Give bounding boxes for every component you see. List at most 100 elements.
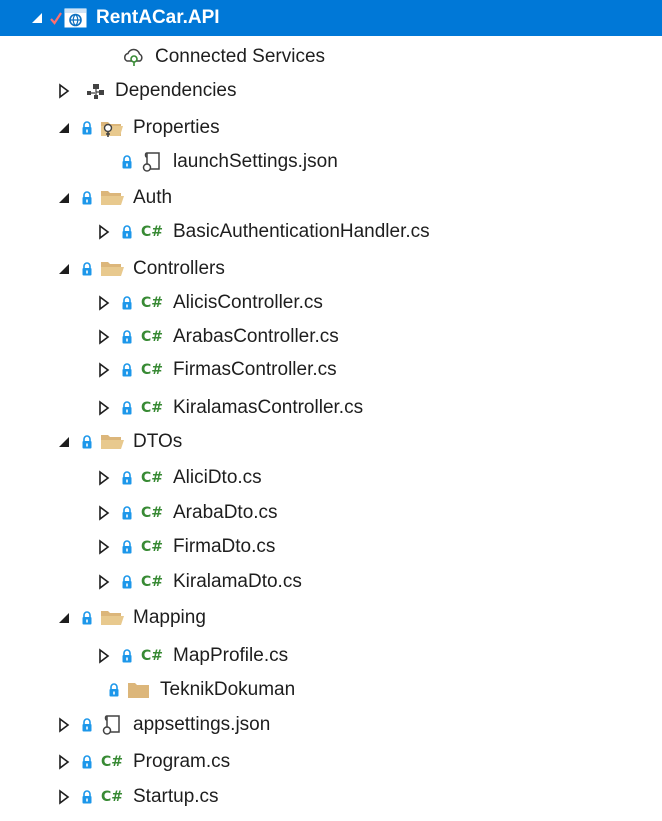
tree-item[interactable]: C# BasicAuthenticationHandler.cs: [0, 215, 662, 249]
tree-item-label: DTOs: [133, 431, 183, 452]
tree-item-label: BasicAuthenticationHandler.cs: [173, 221, 430, 242]
tree-item[interactable]: C# Startup.cs: [0, 780, 662, 814]
tree-item[interactable]: C# KiralamasController.cs: [0, 391, 662, 425]
csharp-file-icon: C#: [139, 292, 165, 314]
collapsed-arrow-icon[interactable]: [95, 328, 113, 346]
lock-icon: [121, 505, 133, 521]
tree-item-label: Controllers: [133, 258, 225, 279]
tree-item[interactable]: TeknikDokuman: [0, 673, 662, 707]
tree-item[interactable]: C# ArabaDto.cs: [0, 496, 662, 530]
collapsed-arrow-icon[interactable]: [95, 647, 113, 665]
collapsed-arrow-icon[interactable]: [95, 399, 113, 417]
tree-item[interactable]: C# AliciDto.cs: [0, 461, 662, 495]
csharp-file-icon: C#: [139, 645, 165, 667]
folder-open-icon: [99, 187, 125, 209]
tree-item[interactable]: launchSettings.json: [0, 145, 662, 179]
tree-item[interactable]: C# AlicisController.cs: [0, 286, 662, 320]
expanded-arrow-icon[interactable]: [28, 9, 46, 27]
lock-icon: [121, 295, 133, 311]
lock-icon: [121, 329, 133, 345]
folder-open-icon: [99, 258, 125, 280]
tree-item-label: launchSettings.json: [173, 151, 338, 172]
csharp-glyph: C#: [140, 400, 163, 416]
tree-item-label: TeknikDokuman: [160, 679, 296, 700]
folder-open-icon: [99, 607, 125, 629]
tree-item[interactable]: RentACar.API: [0, 0, 662, 36]
tree-item-label: KiralamasController.cs: [173, 397, 364, 418]
csharp-glyph: C#: [140, 329, 163, 345]
lock-icon: [81, 120, 93, 136]
tree-item[interactable]: Properties: [0, 111, 662, 145]
expanded-arrow-icon[interactable]: [55, 119, 73, 137]
collapsed-arrow-icon[interactable]: [55, 788, 73, 806]
tree-item[interactable]: Controllers: [0, 252, 662, 286]
csharp-glyph: C#: [140, 362, 163, 378]
expanded-arrow-icon[interactable]: [55, 260, 73, 278]
lock-icon: [81, 434, 93, 450]
lock-icon: [81, 190, 93, 206]
folder-open-icon: [99, 431, 125, 453]
collapsed-arrow-icon[interactable]: [95, 573, 113, 591]
tree-item[interactable]: appsettings.json: [0, 708, 662, 742]
tree-item-label: Program.cs: [133, 751, 231, 772]
collapsed-arrow-icon[interactable]: [95, 504, 113, 522]
csharp-file-icon: C#: [99, 786, 125, 808]
lock-icon: [81, 261, 93, 277]
tree-item[interactable]: C# FirmaDto.cs: [0, 530, 662, 564]
tree-item-label: appsettings.json: [133, 714, 271, 735]
csharp-glyph: C#: [100, 789, 123, 805]
collapsed-arrow-icon[interactable]: [95, 538, 113, 556]
tree-item-label: ArabasController.cs: [173, 326, 339, 347]
collapsed-arrow-icon[interactable]: [55, 716, 73, 734]
lock-icon: [121, 648, 133, 664]
lock-icon: [81, 754, 93, 770]
tree-item[interactable]: DTOs: [0, 425, 662, 459]
lock-icon: [81, 717, 93, 733]
tree-item[interactable]: Connected Services: [0, 40, 662, 74]
collapsed-arrow-icon[interactable]: [95, 294, 113, 312]
json-file-icon: [139, 151, 165, 173]
tree-item[interactable]: C# Program.cs: [0, 745, 662, 779]
tree-item-label: Auth: [133, 187, 173, 208]
collapsed-arrow-icon[interactable]: [55, 753, 73, 771]
csharp-file-icon: C#: [139, 221, 165, 243]
tree-item[interactable]: C# FirmasController.cs: [0, 353, 662, 387]
expanded-arrow-icon[interactable]: [55, 609, 73, 627]
tree-item-label: Dependencies: [115, 80, 237, 101]
tree-item-label: AlicisController.cs: [173, 292, 323, 313]
csharp-glyph: C#: [140, 574, 163, 590]
csharp-glyph: C#: [140, 295, 163, 311]
collapsed-arrow-icon[interactable]: [95, 469, 113, 487]
expanded-arrow-icon[interactable]: [55, 433, 73, 451]
dependencies-icon: [81, 80, 107, 102]
lock-icon: [81, 610, 93, 626]
tree-item-label: Connected Services: [155, 46, 326, 67]
lock-icon: [121, 362, 133, 378]
collapsed-arrow-icon[interactable]: [55, 82, 73, 100]
csharp-file-icon: C#: [139, 502, 165, 524]
csharp-glyph: C#: [100, 754, 123, 770]
tree-item[interactable]: C# ArabasController.cs: [0, 320, 662, 354]
tree-item[interactable]: C# KiralamaDto.cs: [0, 565, 662, 599]
lock-icon: [121, 400, 133, 416]
csharp-file-icon: C#: [139, 536, 165, 558]
lock-icon: [121, 154, 133, 170]
lock-icon: [121, 224, 133, 240]
lock-icon: [108, 682, 120, 698]
csharp-glyph: C#: [140, 648, 163, 664]
folder-closed-icon: [126, 679, 152, 701]
tree-item[interactable]: Auth: [0, 181, 662, 215]
tree-item-label: KiralamaDto.cs: [173, 571, 302, 592]
collapsed-arrow-icon[interactable]: [95, 361, 113, 379]
tree-item[interactable]: Mapping: [0, 601, 662, 635]
lock-icon: [121, 574, 133, 590]
csharp-glyph: C#: [140, 224, 163, 240]
collapsed-arrow-icon[interactable]: [95, 223, 113, 241]
tree-item-label: RentACar.API: [96, 7, 220, 28]
tree-item-label: AliciDto.cs: [173, 467, 262, 488]
tree-item[interactable]: C# MapProfile.cs: [0, 639, 662, 673]
tree-item[interactable]: Dependencies: [0, 74, 662, 108]
expanded-arrow-icon[interactable]: [55, 189, 73, 207]
lock-icon: [81, 789, 93, 805]
